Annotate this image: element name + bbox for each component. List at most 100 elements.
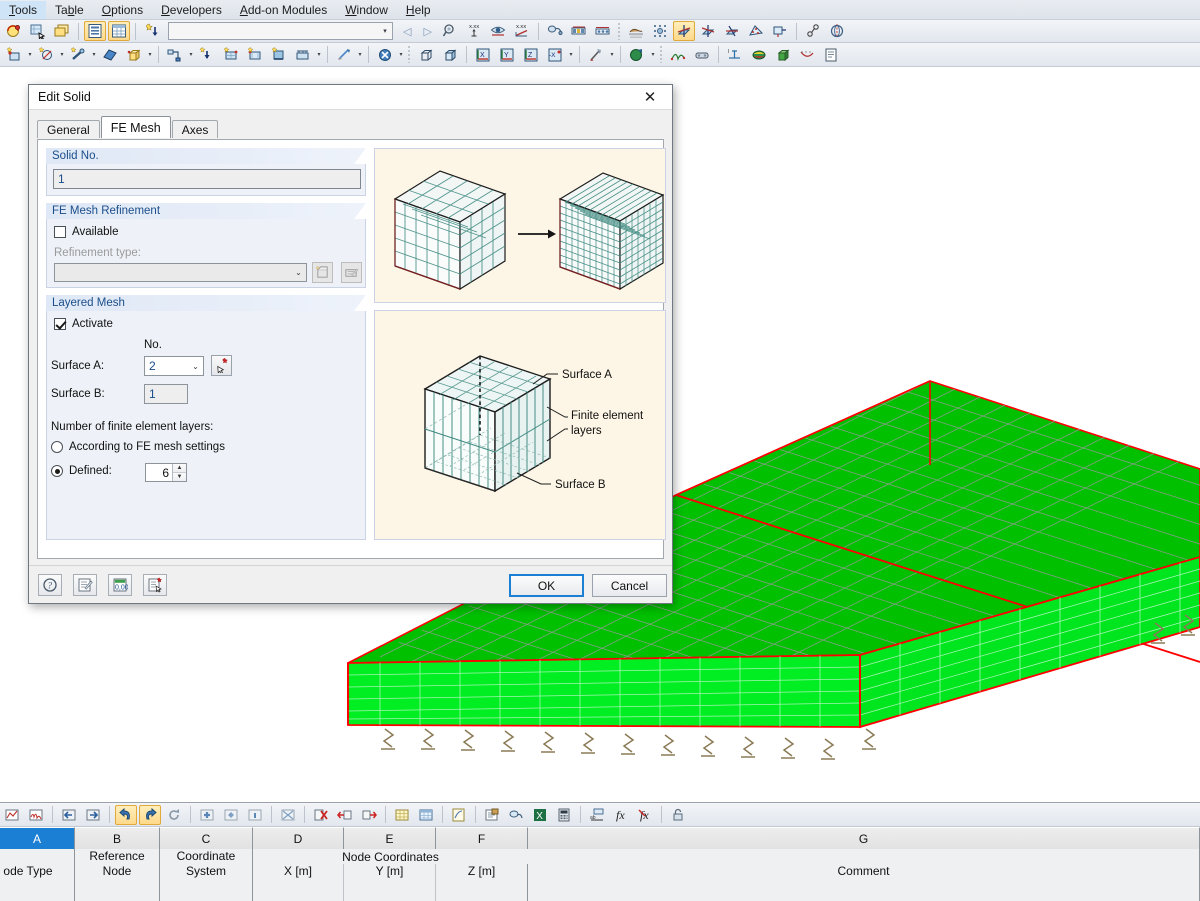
- snap-icon[interactable]: [802, 21, 824, 41]
- box-view-icon[interactable]: [415, 45, 437, 65]
- move-right-icon[interactable]: [82, 805, 104, 825]
- dropdown-arrow-icon[interactable]: ▾: [608, 45, 616, 65]
- move-left-icon[interactable]: [58, 805, 80, 825]
- menu-item-tools[interactable]: TToolsools: [0, 1, 46, 19]
- new-node-icon[interactable]: [3, 45, 25, 65]
- lock-icon[interactable]: [667, 805, 689, 825]
- select-plus-minus-icon[interactable]: [27, 21, 49, 41]
- member-load-icon[interactable]: [292, 45, 314, 65]
- tab-fe-mesh[interactable]: FE Mesh: [101, 116, 171, 138]
- line-support-icon[interactable]: [164, 45, 186, 65]
- row-info-icon[interactable]: [244, 805, 266, 825]
- iso-view-icon[interactable]: [439, 45, 461, 65]
- dropdown-arrow-icon[interactable]: ▾: [26, 45, 34, 65]
- member-hinge-icon[interactable]: [220, 45, 242, 65]
- mesh-points-icon[interactable]: [745, 21, 767, 41]
- pick-surface-icon[interactable]: [211, 355, 232, 376]
- new-surface-icon[interactable]: [99, 45, 121, 65]
- calculator-icon[interactable]: [553, 805, 575, 825]
- wind-load-icon[interactable]: [333, 45, 355, 65]
- activate-checkbox[interactable]: [54, 318, 66, 330]
- view-negx-icon[interactable]: -X: [544, 45, 566, 65]
- model-rotate-icon[interactable]: [3, 21, 25, 41]
- clear-table-icon[interactable]: [277, 805, 299, 825]
- dropdown-arrow-icon[interactable]: ▾: [187, 45, 195, 65]
- delete-right-icon[interactable]: [358, 805, 380, 825]
- surface-b-input[interactable]: 1: [144, 384, 188, 404]
- menu-item-window[interactable]: Window: [336, 1, 397, 19]
- excel-icon[interactable]: X: [529, 805, 551, 825]
- zoom-lasso-icon[interactable]: [439, 21, 461, 41]
- column-header-e[interactable]: E: [344, 827, 436, 849]
- cancel-button[interactable]: Cancel: [592, 574, 667, 597]
- column-header-f[interactable]: F: [436, 827, 528, 849]
- spinner-up-icon[interactable]: ▲: [173, 464, 186, 473]
- table-graph-icon[interactable]: [25, 805, 47, 825]
- render-mode-icon[interactable]: [626, 45, 648, 65]
- column-header-d[interactable]: D: [253, 827, 344, 849]
- display-navigator-icon[interactable]: [84, 21, 106, 41]
- edit-refinement-icon[interactable]: [341, 262, 362, 283]
- table-chart-icon[interactable]: [1, 805, 23, 825]
- insert-row-icon[interactable]: [220, 805, 242, 825]
- clear-formula-icon[interactable]: fx: [634, 805, 656, 825]
- line-hinge-icon[interactable]: [244, 45, 266, 65]
- dropdown-arrow-icon[interactable]: ▾: [58, 45, 66, 65]
- column-header-a[interactable]: A: [0, 827, 75, 849]
- new-line-icon[interactable]: [35, 45, 57, 65]
- close-icon[interactable]: ✕: [628, 85, 672, 109]
- nav-next-button[interactable]: ▷: [417, 25, 437, 38]
- menu-item-options[interactable]: Options: [93, 1, 152, 19]
- solid-axes-icon[interactable]: [673, 21, 695, 41]
- table-blue-icon[interactable]: [415, 805, 437, 825]
- print-report-icon[interactable]: [820, 45, 842, 65]
- deformation-icon[interactable]: [796, 45, 818, 65]
- dropdown-arrow-icon[interactable]: ▾: [567, 45, 575, 65]
- dropdown-arrow-icon[interactable]: ▾: [146, 45, 154, 65]
- load-case-icon[interactable]: [568, 21, 590, 41]
- column-header-c[interactable]: C: [160, 827, 253, 849]
- layers-count-stepper[interactable]: 6 ▲ ▼: [145, 463, 187, 482]
- menu-item-developers[interactable]: Developers: [152, 1, 231, 19]
- delete-row-icon[interactable]: [310, 805, 332, 825]
- new-refinement-icon[interactable]: [312, 262, 333, 283]
- refinement-type-combo[interactable]: ⌄: [54, 263, 307, 282]
- solid-results-icon[interactable]: [772, 45, 794, 65]
- comment-icon[interactable]: [73, 574, 97, 596]
- add-row-icon[interactable]: [196, 805, 218, 825]
- view-z-icon[interactable]: Z: [520, 45, 542, 65]
- rendering-icon[interactable]: [544, 21, 566, 41]
- result-values-icon[interactable]: [691, 45, 713, 65]
- nodal-support-icon[interactable]: [196, 45, 218, 65]
- rotate-view-icon[interactable]: [826, 21, 848, 41]
- dropdown-arrow-icon[interactable]: ▾: [315, 45, 323, 65]
- tab-axes[interactable]: Axes: [172, 120, 219, 138]
- copy-window-icon[interactable]: [51, 21, 73, 41]
- label-icon[interactable]: ab: [586, 805, 608, 825]
- undo-icon[interactable]: [115, 805, 137, 825]
- dropdown-arrow-icon[interactable]: ▾: [90, 45, 98, 65]
- surface-support-icon[interactable]: [268, 45, 290, 65]
- tab-general[interactable]: General: [37, 120, 100, 138]
- help-icon[interactable]: ?: [38, 574, 62, 596]
- menu-item-table[interactable]: Table: [46, 1, 93, 19]
- new-member-icon[interactable]: [67, 45, 89, 65]
- dropdown-arrow-icon[interactable]: ▾: [397, 45, 405, 65]
- formula-icon[interactable]: fx: [610, 805, 632, 825]
- delete-left-icon[interactable]: [334, 805, 356, 825]
- solid-axes-3-icon[interactable]: [721, 21, 743, 41]
- fe-mesh-dots-icon[interactable]: [649, 21, 671, 41]
- results-diagram-icon[interactable]: [667, 45, 689, 65]
- dim-slope-icon[interactable]: X.XX: [511, 21, 533, 41]
- solid-axes-2-icon[interactable]: [697, 21, 719, 41]
- chevron-down-icon[interactable]: ⌄: [291, 268, 306, 277]
- spinner-down-icon[interactable]: ▼: [173, 473, 186, 481]
- redo-icon[interactable]: [139, 805, 161, 825]
- view-eye-icon[interactable]: [487, 21, 509, 41]
- chevron-down-icon[interactable]: ⌄: [188, 362, 203, 371]
- layers-defined-radio[interactable]: [51, 465, 63, 477]
- selection-icon[interactable]: [505, 805, 527, 825]
- table-edit-icon[interactable]: [448, 805, 470, 825]
- isoline-icon[interactable]: I: [724, 45, 746, 65]
- dropdown-arrow-icon[interactable]: ▾: [356, 45, 364, 65]
